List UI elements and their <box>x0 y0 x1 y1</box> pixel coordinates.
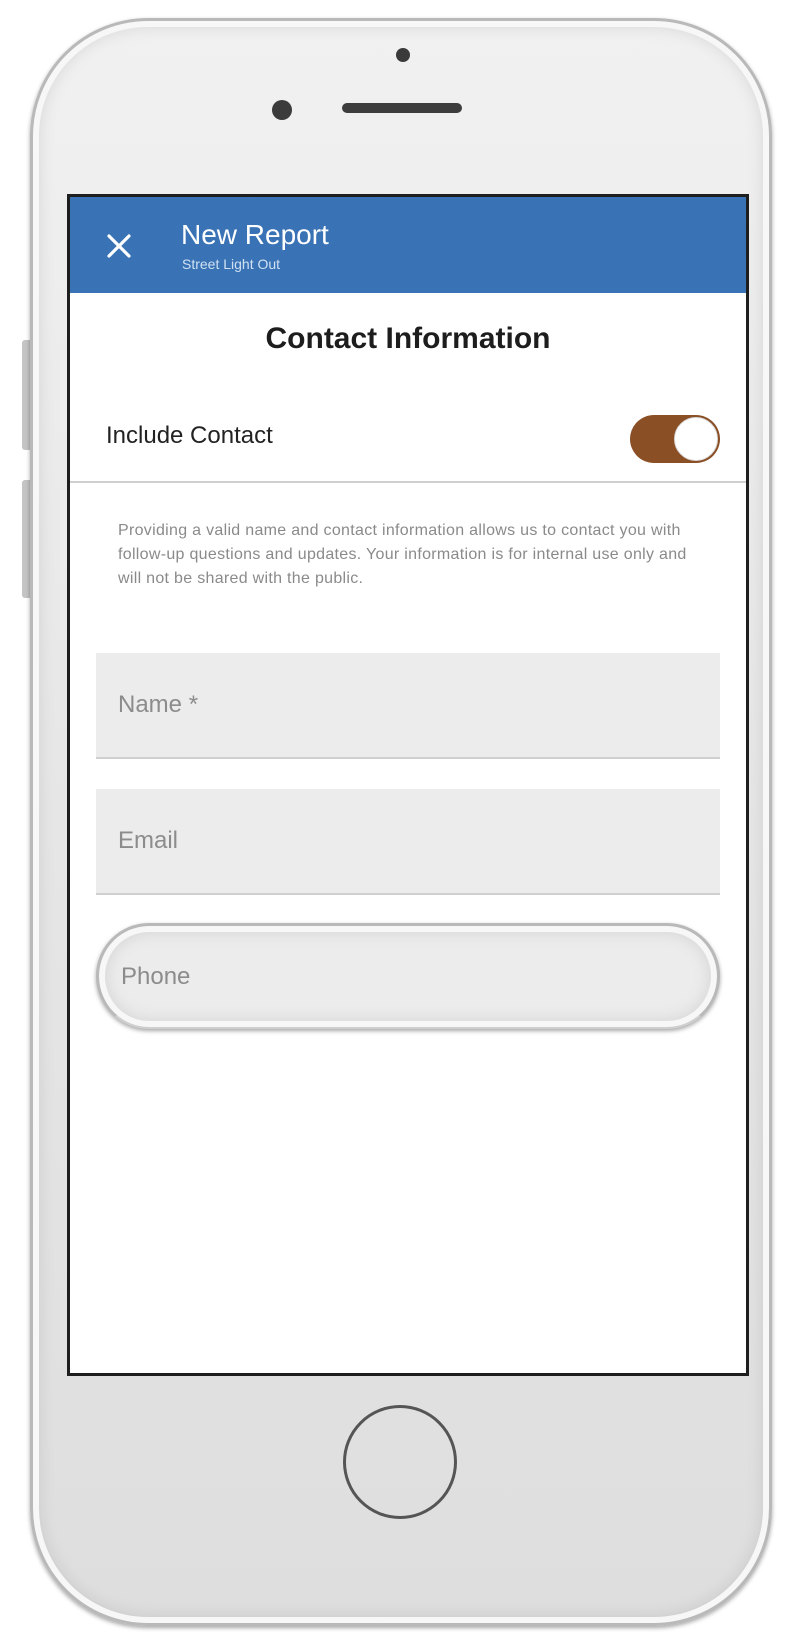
volume-up-button <box>22 340 30 450</box>
volume-down-button <box>22 480 30 598</box>
front-camera <box>396 48 410 62</box>
email-field <box>96 789 720 895</box>
name-field <box>96 653 720 759</box>
include-contact-toggle[interactable] <box>630 415 720 463</box>
page: New Report Street Light Out Contact Info… <box>0 0 792 1638</box>
app-screen: New Report Street Light Out Contact Info… <box>67 194 749 1376</box>
toggle-knob <box>674 417 718 461</box>
phone-field <box>96 923 720 1029</box>
proximity-sensor <box>272 100 292 120</box>
earpiece-speaker <box>342 103 462 113</box>
app-header: New Report Street Light Out <box>70 197 746 293</box>
name-input[interactable] <box>96 653 720 757</box>
phone-input[interactable] <box>99 926 717 1027</box>
header-subtitle: Street Light Out <box>182 256 281 272</box>
email-input[interactable] <box>96 789 720 893</box>
home-button[interactable] <box>343 1405 457 1519</box>
include-contact-row: Include Contact <box>70 397 746 483</box>
section-title: Contact Information <box>265 322 551 355</box>
include-contact-label: Include Contact <box>106 422 273 449</box>
header-title: New Report <box>181 219 329 250</box>
contact-info-text: Providing a valid name and contact infor… <box>118 522 687 587</box>
close-icon <box>107 234 131 258</box>
close-button[interactable] <box>100 227 138 265</box>
